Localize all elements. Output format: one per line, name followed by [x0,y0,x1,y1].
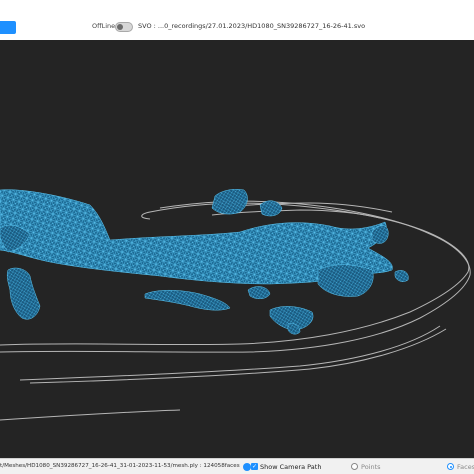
3d-mesh-viewport[interactable] [0,40,474,458]
mesh-render [0,189,471,421]
top-toolbar: OffLine SVO : ...0_recordings/27.01.2023… [0,0,474,40]
status-bar: t/Meshes/HD1080_SN39286727_16-26-41_31-0… [0,458,474,474]
slider-handle[interactable] [243,463,251,471]
mesh-file-info: t/Meshes/HD1080_SN39286727_16-26-41_31-0… [0,463,240,469]
svo-file-path: SVO : ...0_recordings/27.01.2023/HD1080_… [138,22,366,30]
offline-toggle[interactable] [115,22,133,32]
faces-radio-label: Faces [457,463,474,471]
show-camera-path-label: Show Camera Path [260,463,322,471]
offline-label: OffLine [92,22,116,30]
primary-action-button[interactable] [0,21,16,34]
faces-radio[interactable] [447,463,454,470]
toggle-knob [117,24,123,30]
points-radio[interactable] [351,463,358,470]
points-radio-label: Points [361,463,381,471]
mesh-surface [0,189,409,335]
show-camera-path-checkbox[interactable]: ✓ [251,463,258,470]
